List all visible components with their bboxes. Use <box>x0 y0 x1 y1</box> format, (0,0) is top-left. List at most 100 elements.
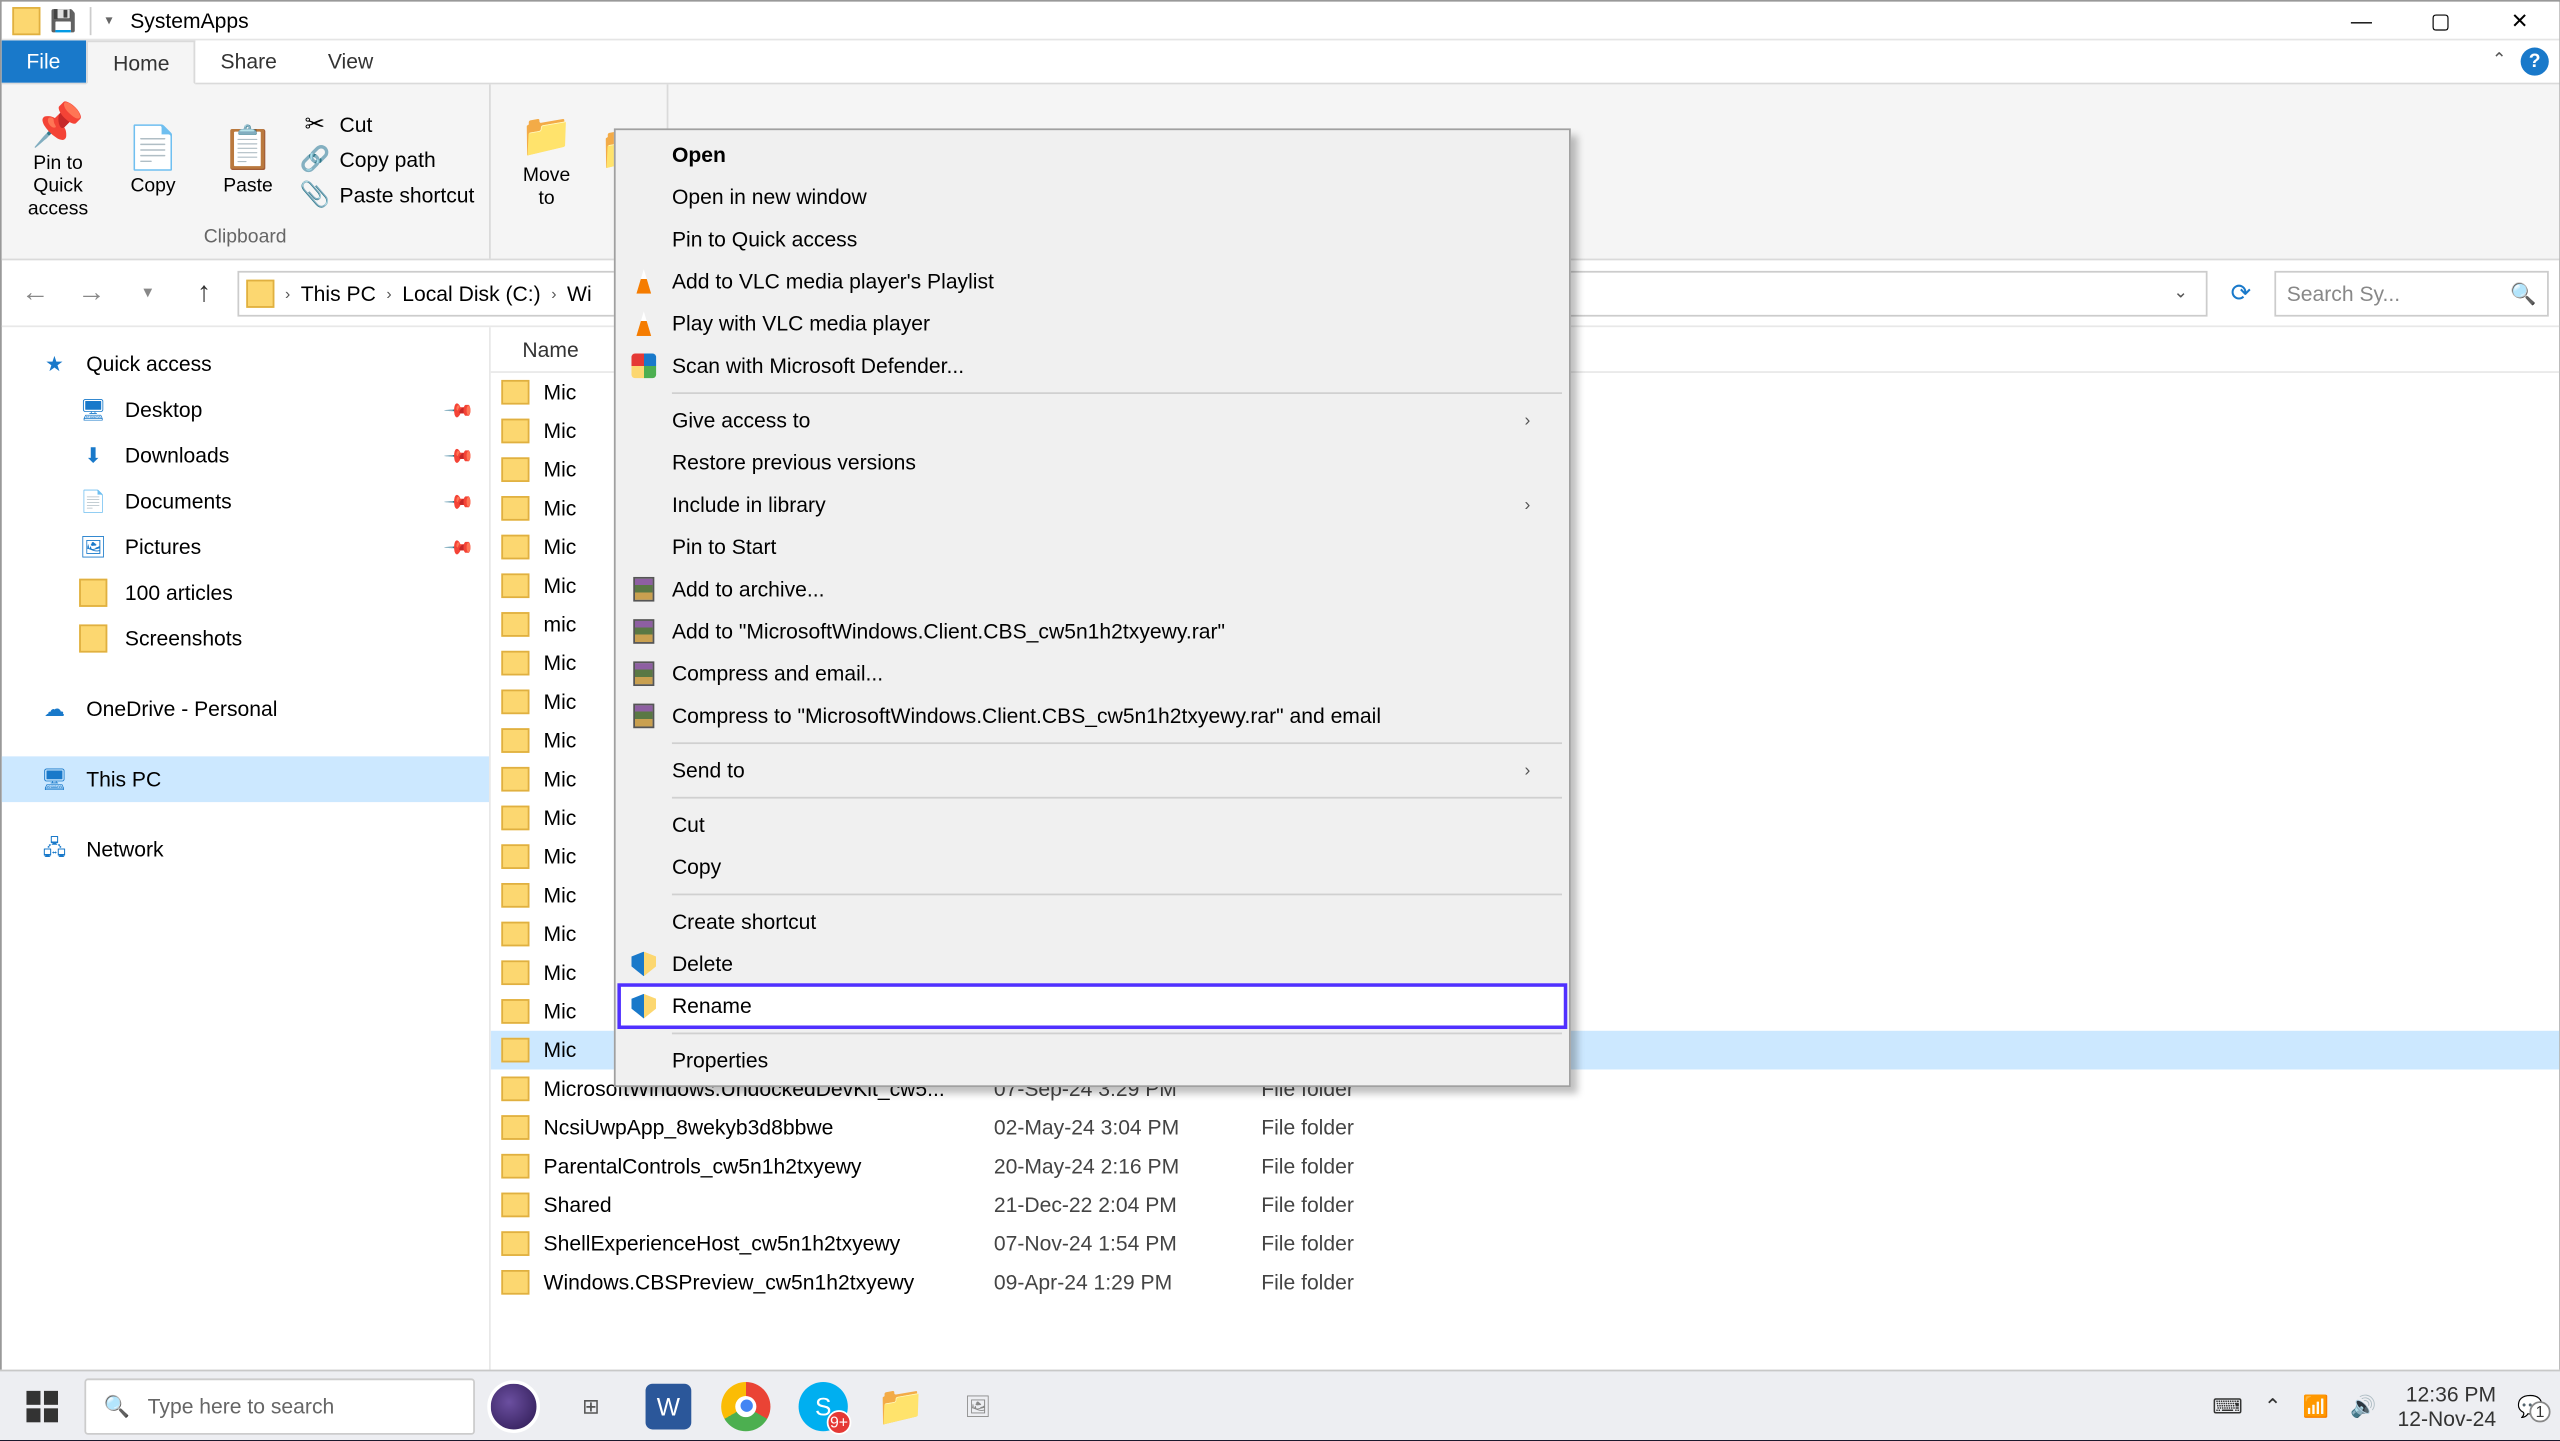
taskbar-word[interactable]: W <box>630 1371 707 1441</box>
vlc-icon <box>630 310 658 338</box>
tab-share[interactable]: Share <box>196 40 303 82</box>
ctx-cut[interactable]: Cut <box>619 804 1565 846</box>
tab-file[interactable]: File <box>2 40 87 82</box>
paste-shortcut-button[interactable]: 📎Paste shortcut <box>301 180 475 208</box>
move-to-button[interactable]: 📁 Move to <box>504 105 588 214</box>
search-input[interactable]: Search Sy... 🔍 <box>2274 270 2548 316</box>
help-icon[interactable]: ? <box>2521 47 2549 75</box>
nav-forward-button[interactable]: → <box>69 270 115 316</box>
pin-quick-access-button[interactable]: 📌 Pin to Quick access <box>16 93 100 225</box>
ctx-add-rar[interactable]: Add to "MicrosoftWindows.Client.CBS_cw5n… <box>619 610 1565 652</box>
ctx-vlc-playlist-label: Add to VLC media player's Playlist <box>672 269 994 294</box>
ctx-compress-rar-email[interactable]: Compress to "MicrosoftWindows.Client.CBS… <box>619 695 1565 737</box>
nav-back-button[interactable]: ← <box>12 270 58 316</box>
qat-save-icon[interactable]: 💾 <box>47 6 79 34</box>
refresh-button[interactable]: ⟳ <box>2218 270 2264 316</box>
file-row[interactable]: Shared21-Dec-22 2:04 PMFile folder <box>491 1186 2560 1225</box>
minimize-button[interactable]: — <box>2322 1 2401 40</box>
pin-icon: 📌 <box>443 530 476 563</box>
separator <box>90 6 92 34</box>
cut-button[interactable]: ✂Cut <box>301 110 475 138</box>
ctx-add-rar-label: Add to "MicrosoftWindows.Client.CBS_cw5n… <box>672 619 1225 644</box>
taskbar-avatar[interactable] <box>475 1371 552 1441</box>
sidebar-item-this-pc[interactable]: 🖥 This PC <box>2 756 489 802</box>
ctx-include-library[interactable]: Include in library› <box>619 484 1565 526</box>
sidebar-item-network[interactable]: 🖧 Network <box>2 827 489 873</box>
breadcrumb-folder[interactable]: Wi <box>560 281 599 306</box>
pin-icon: 📌 <box>443 393 476 426</box>
ctx-copy[interactable]: Copy <box>619 846 1565 888</box>
nav-history-dropdown[interactable]: ▾ <box>125 270 171 316</box>
sidebar-item-documents[interactable]: 📄 Documents 📌 <box>2 478 489 524</box>
folder-icon <box>501 612 529 637</box>
taskbar-search[interactable]: 🔍 Type here to search <box>84 1378 474 1434</box>
tray-keyboard-icon[interactable]: ⌨ <box>2212 1393 2242 1418</box>
sidebar-item-onedrive[interactable]: ☁ OneDrive - Personal <box>2 686 489 732</box>
breadcrumb-this-pc[interactable]: This PC <box>294 281 383 306</box>
tab-view[interactable]: View <box>303 40 399 82</box>
file-name: ParentalControls_cw5n1h2txyewy <box>544 1154 994 1179</box>
file-row[interactable]: Windows.CBSPreview_cw5n1h2txyewy09-Apr-2… <box>491 1263 2560 1302</box>
path-icon: 🔗 <box>301 145 329 173</box>
tray-wifi-icon[interactable]: 📶 <box>2303 1393 2329 1418</box>
taskbar-chrome[interactable] <box>707 1371 784 1441</box>
ribbon-collapse-icon[interactable]: ⌃ <box>2492 51 2507 70</box>
tray-clock[interactable]: 12:36 PM 12-Nov-24 <box>2398 1381 2497 1430</box>
ctx-properties[interactable]: Properties <box>619 1040 1565 1082</box>
folder-icon <box>501 1270 529 1295</box>
taskbar-task-view[interactable]: ⊞ <box>552 1371 629 1441</box>
ctx-pin-quick-access[interactable]: Pin to Quick access <box>619 218 1565 260</box>
ctx-pin-start-label: Pin to Start <box>672 535 776 560</box>
close-button[interactable]: ✕ <box>2480 1 2559 40</box>
ctx-pin-start[interactable]: Pin to Start <box>619 526 1565 568</box>
ctx-defender-scan[interactable]: Scan with Microsoft Defender... <box>619 345 1565 387</box>
ctx-send-to[interactable]: Send to› <box>619 749 1565 791</box>
pin-icon: 📌 <box>30 97 86 153</box>
qat-dropdown-icon[interactable]: ▾ <box>106 12 113 28</box>
ctx-open[interactable]: Open <box>619 134 1565 176</box>
copy-path-button[interactable]: 🔗Copy path <box>301 145 475 173</box>
sidebar-item-desktop[interactable]: 🖥 Desktop 📌 <box>2 387 489 433</box>
breadcrumb-local-disk[interactable]: Local Disk (C:) <box>395 281 547 306</box>
address-dropdown-icon[interactable]: ⌄ <box>2163 283 2199 302</box>
sidebar-item-screenshots[interactable]: Screenshots <box>2 616 489 662</box>
sidebar-item-downloads[interactable]: ⬇ Downloads 📌 <box>2 433 489 479</box>
sidebar-item-quick-access[interactable]: ★ Quick access <box>2 341 489 387</box>
taskbar-explorer[interactable]: 📁 <box>862 1371 939 1441</box>
separator <box>672 894 1562 896</box>
shield-icon <box>630 992 658 1020</box>
file-row[interactable]: ParentalControls_cw5n1h2txyewy20-May-24 … <box>491 1147 2560 1186</box>
ctx-rename-label: Rename <box>672 994 752 1019</box>
ctx-open-new-window[interactable]: Open in new window <box>619 176 1565 218</box>
paste-button[interactable]: 📋 Paste <box>206 116 290 202</box>
taskbar-photos[interactable]: 🖼 <box>939 1371 1016 1441</box>
ctx-vlc-playlist[interactable]: Add to VLC media player's Playlist <box>619 260 1565 302</box>
tab-home[interactable]: Home <box>87 40 196 84</box>
ctx-rename[interactable]: Rename <box>619 985 1565 1027</box>
tray-date: 12-Nov-24 <box>2398 1406 2497 1431</box>
sidebar-item-articles[interactable]: 100 articles <box>2 570 489 616</box>
tray-volume-icon[interactable]: 🔊 <box>2350 1393 2376 1418</box>
maximize-button[interactable]: ▢ <box>2401 1 2480 40</box>
file-row[interactable]: ShellExperienceHost_cw5n1h2txyewy07-Nov-… <box>491 1224 2560 1263</box>
folder-icon <box>501 806 529 831</box>
taskbar-skype[interactable]: S9+ <box>785 1371 862 1441</box>
tray-notifications-icon[interactable]: 💬1 <box>2517 1393 2543 1418</box>
file-row[interactable]: NcsiUwpApp_8wekyb3d8bbwe02-May-24 3:04 P… <box>491 1108 2560 1147</box>
copy-button[interactable]: 📄 Copy <box>111 116 195 202</box>
tray-overflow-icon[interactable]: ⌃ <box>2264 1393 2282 1418</box>
taskbar-search-placeholder: Type here to search <box>148 1393 335 1418</box>
ctx-compress-email[interactable]: Compress and email... <box>619 653 1565 695</box>
ctx-create-shortcut[interactable]: Create shortcut <box>619 901 1565 943</box>
start-button[interactable] <box>0 1371 84 1441</box>
file-name: ShellExperienceHost_cw5n1h2txyewy <box>544 1231 994 1256</box>
nav-up-button[interactable]: ↑ <box>181 270 227 316</box>
ctx-add-archive[interactable]: Add to archive... <box>619 568 1565 610</box>
ctx-delete[interactable]: Delete <box>619 943 1565 985</box>
ctx-give-access[interactable]: Give access to› <box>619 399 1565 441</box>
ctx-restore-versions[interactable]: Restore previous versions <box>619 442 1565 484</box>
ctx-vlc-play[interactable]: Play with VLC media player <box>619 303 1565 345</box>
sidebar-item-pictures[interactable]: 🖼 Pictures 📌 <box>2 524 489 570</box>
sidebar-pictures-label: Pictures <box>125 535 201 560</box>
ctx-include-lib-label: Include in library <box>672 493 826 518</box>
